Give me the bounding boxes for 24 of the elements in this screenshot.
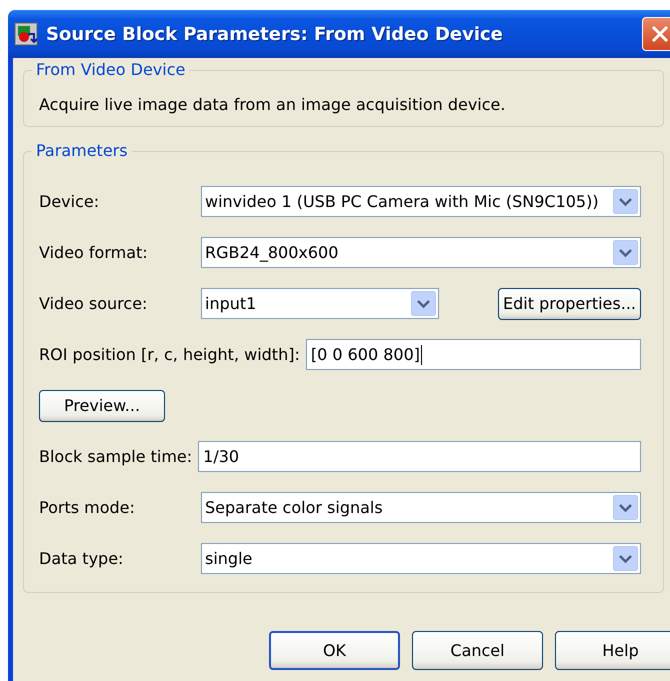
field-label: Video source: (39, 294, 148, 313)
close-button[interactable] (642, 17, 670, 51)
dialog-button[interactable]: OK (269, 631, 400, 670)
field-label: Ports mode: (39, 498, 136, 517)
app-icon (14, 22, 38, 46)
field-label: Data type: (39, 549, 124, 568)
dropdown[interactable]: winvideo 1 (USB PC Camera with Mic (SN9C105)) (201, 186, 641, 217)
dialog-button[interactable]: Cancel (412, 631, 543, 670)
field-label: Device: (39, 192, 100, 211)
input-field[interactable]: [0 0 600 800] (306, 339, 641, 370)
input-field[interactable]: 1/30 (198, 441, 641, 472)
dropdown[interactable]: RGB24_800x600 (201, 237, 641, 268)
field-label: Video format: (39, 243, 149, 262)
dialog-button[interactable]: Help (555, 631, 670, 670)
preview-button[interactable]: Preview... (39, 390, 165, 422)
dropdown[interactable]: input1 (201, 288, 439, 319)
description-text: Acquire live image data from an image acquisition device. (39, 95, 506, 114)
edit-properties-button[interactable]: Edit properties... (498, 288, 641, 320)
window-title: Source Block Parameters: From Video Device (46, 24, 504, 44)
dropdown[interactable]: Separate color signals (201, 492, 641, 523)
field-label: Block sample time: (39, 447, 192, 466)
dropdown[interactable]: single (201, 543, 641, 574)
close-icon (650, 24, 670, 44)
field-label: ROI position [r, c, height, width]: (39, 345, 300, 364)
